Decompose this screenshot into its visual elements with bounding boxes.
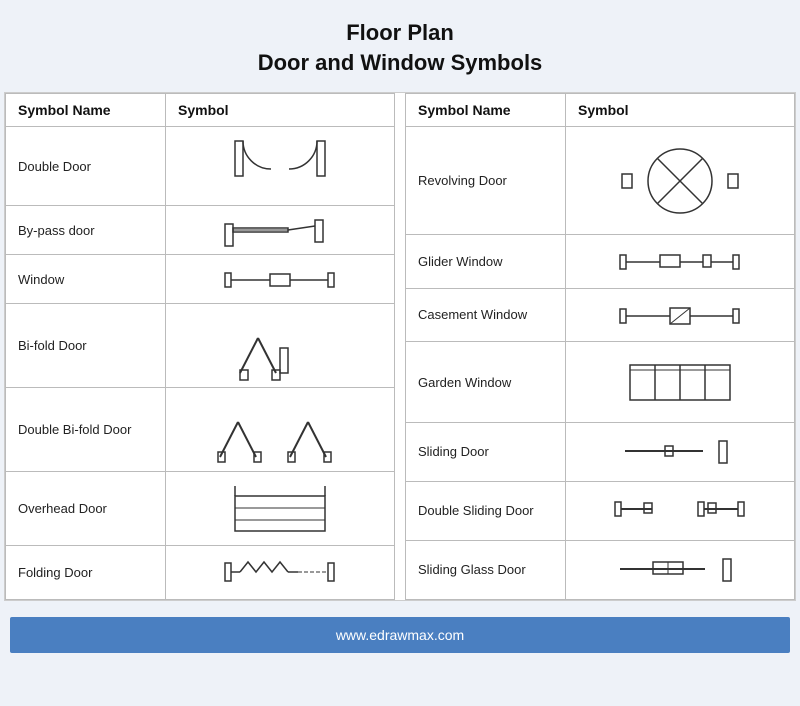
row-name: Garden Window (406, 342, 566, 423)
tables-container: Symbol Name Symbol Double Door (4, 92, 796, 601)
row-symbol (166, 255, 395, 304)
row-symbol (566, 540, 795, 599)
row-name: Double Bi-fold Door (6, 388, 166, 472)
row-symbol (566, 127, 795, 235)
right-table: Symbol Name Symbol Revolving Door (405, 93, 795, 600)
table-row: Window (6, 255, 395, 304)
row-symbol (166, 127, 395, 206)
table-row: Bi-fold Door (6, 304, 395, 388)
row-name: Revolving Door (406, 127, 566, 235)
table-row: Folding Door (6, 546, 395, 600)
row-symbol (166, 206, 395, 255)
row-symbol (166, 388, 395, 472)
left-table: Symbol Name Symbol Double Door (5, 93, 395, 600)
table-row: Double Door (6, 127, 395, 206)
row-symbol (566, 423, 795, 482)
footer-bar: www.edrawmax.com (10, 617, 790, 653)
row-symbol (566, 481, 795, 540)
right-col2-header: Symbol (566, 94, 795, 127)
row-name: Double Sliding Door (406, 481, 566, 540)
row-name: Glider Window (406, 235, 566, 289)
table-row: Overhead Door (6, 472, 395, 546)
table-row: Double Sliding Door (406, 481, 795, 540)
row-name: Casement Window (406, 288, 566, 342)
table-row: By-pass door (6, 206, 395, 255)
table-row: Sliding Glass Door (406, 540, 795, 599)
table-row: Garden Window (406, 342, 795, 423)
table-row: Double Bi-fold Door (6, 388, 395, 472)
left-col2-header: Symbol (166, 94, 395, 127)
row-symbol (566, 235, 795, 289)
left-col1-header: Symbol Name (6, 94, 166, 127)
row-name: Window (6, 255, 166, 304)
table-row: Casement Window (406, 288, 795, 342)
row-name: Double Door (6, 127, 166, 206)
row-symbol (166, 546, 395, 600)
row-symbol (566, 342, 795, 423)
row-name: By-pass door (6, 206, 166, 255)
table-row: Glider Window (406, 235, 795, 289)
row-name: Bi-fold Door (6, 304, 166, 388)
table-row: Revolving Door (406, 127, 795, 235)
page-title: Floor Plan (346, 20, 454, 46)
row-symbol (166, 472, 395, 546)
row-symbol (566, 288, 795, 342)
row-name: Sliding Glass Door (406, 540, 566, 599)
row-name: Sliding Door (406, 423, 566, 482)
right-col1-header: Symbol Name (406, 94, 566, 127)
table-row: Sliding Door (406, 423, 795, 482)
footer-text: www.edrawmax.com (336, 627, 464, 643)
row-symbol (166, 304, 395, 388)
page-subtitle: Door and Window Symbols (258, 50, 543, 76)
row-name: Overhead Door (6, 472, 166, 546)
row-name: Folding Door (6, 546, 166, 600)
